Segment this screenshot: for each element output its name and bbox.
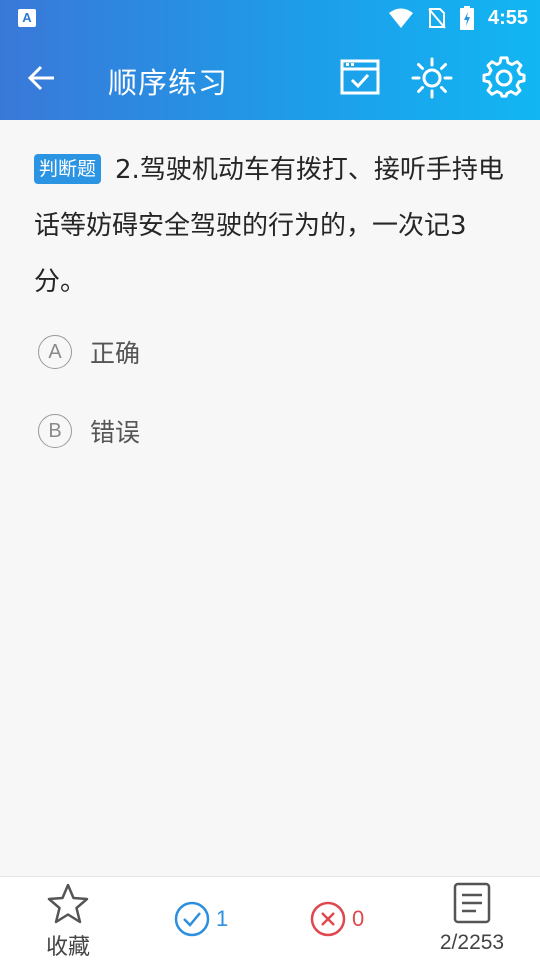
notification-app-icon: A (18, 9, 36, 27)
correct-count-stat: 1 (174, 901, 228, 937)
notification-icon-letter: A (22, 10, 32, 25)
status-bar: A 4:55 (0, 0, 540, 36)
question-block: 判断题 2.驾驶机动车有拨打、接听手持电话等妨碍安全驾驶的行为的，一次记3分。 (34, 142, 514, 310)
question-type-badge: 判断题 (34, 154, 102, 184)
answer-sheet-button[interactable] (338, 56, 382, 100)
brightness-button[interactable] (410, 56, 454, 100)
progress-counter: 2/2253 (439, 931, 505, 954)
question-list-button[interactable]: 2/2253 (436, 881, 508, 959)
clock: 4:55 (487, 6, 528, 29)
wrong-count: 0 (352, 906, 365, 931)
settings-gear-icon (482, 56, 526, 98)
settings-button[interactable] (482, 56, 526, 100)
bottom-bar: 收藏 1 0 2/2253 (0, 876, 540, 961)
option-letter-circle: B (38, 414, 72, 448)
option-text: 错误 (90, 418, 141, 447)
cross-circle-icon (310, 901, 346, 937)
favorite-label: 收藏 (45, 935, 90, 960)
no-sim-icon (428, 8, 446, 29)
back-button[interactable] (22, 58, 62, 98)
back-arrow-icon (27, 65, 54, 91)
wifi-icon (388, 8, 413, 28)
option-text: 正确 (90, 339, 141, 368)
brightness-icon (411, 57, 453, 99)
status-icons: 4:55 (388, 6, 528, 30)
option-b[interactable]: B 错误 (38, 411, 140, 451)
question-text: 2.驾驶机动车有拨打、接听手持电话等妨碍安全驾驶的行为的，一次记3分。 (34, 155, 504, 297)
favorite-button[interactable]: 收藏 (36, 881, 100, 960)
calendar-check-icon (340, 59, 380, 95)
battery-charging-icon (459, 6, 474, 30)
top-header: A 4:55 顺序练习 (0, 0, 540, 120)
correct-count: 1 (216, 906, 229, 931)
app-bar: 顺序练习 (0, 36, 540, 120)
page-title: 顺序练习 (108, 66, 229, 100)
option-letter-circle: A (38, 335, 72, 369)
check-circle-icon (174, 901, 210, 937)
star-icon (47, 883, 89, 924)
document-list-icon (453, 882, 491, 924)
option-a[interactable]: A 正确 (38, 332, 140, 372)
wrong-count-stat: 0 (310, 901, 364, 937)
